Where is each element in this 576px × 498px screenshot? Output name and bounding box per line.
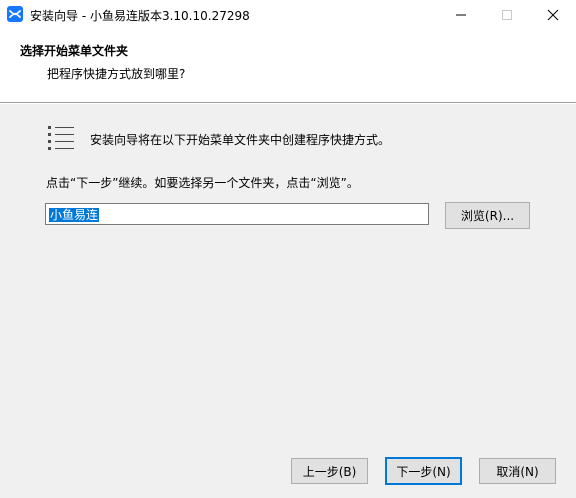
title-bar: 安装向导 - 小鱼易连版本3.10.10.27298	[0, 0, 576, 30]
cancel-button[interactable]: 取消(N)	[479, 458, 556, 484]
folder-input-value: 小鱼易连	[49, 208, 100, 222]
close-button[interactable]	[530, 0, 576, 30]
window-title: 安装向导 - 小鱼易连版本3.10.10.27298	[30, 9, 250, 23]
browse-button[interactable]: 浏览(R)...	[445, 202, 530, 229]
xylink-logo-icon	[7, 6, 23, 22]
minimize-button[interactable]	[438, 0, 484, 30]
instruction-text: 点击“下一步”继续。如要选择另一个文件夹，点击“浏览”。	[46, 176, 359, 190]
intro-text: 安装向导将在以下开始菜单文件夹中创建程序快捷方式。	[90, 133, 391, 147]
page-subtitle: 把程序快捷方式放到哪里?	[47, 67, 186, 81]
header-divider-highlight	[0, 103, 576, 104]
start-menu-folder-list-icon	[46, 125, 76, 155]
wizard-header: 选择开始菜单文件夹 把程序快捷方式放到哪里?	[0, 30, 576, 102]
back-button[interactable]: 上一步(B)	[291, 458, 368, 484]
maximize-icon	[502, 10, 512, 20]
next-button[interactable]: 下一步(N)	[385, 457, 462, 485]
start-menu-folder-input[interactable]: 小鱼易连	[45, 203, 429, 225]
page-title: 选择开始菜单文件夹	[20, 44, 129, 58]
close-icon	[547, 9, 559, 21]
maximize-button[interactable]	[484, 0, 530, 30]
minimize-icon	[456, 14, 466, 16]
